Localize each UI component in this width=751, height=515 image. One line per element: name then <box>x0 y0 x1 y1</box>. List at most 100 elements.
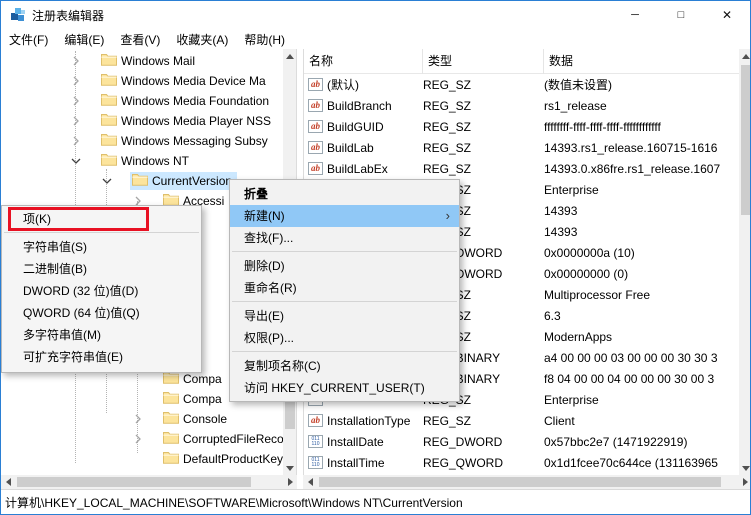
column-header-name[interactable]: 名称 <box>304 49 423 74</box>
chevron-down-icon[interactable] <box>69 154 83 168</box>
tree-item-label: CorruptedFileRecove <box>183 432 297 446</box>
scroll-right-arrow[interactable] <box>738 475 750 489</box>
tree-node[interactable]: Compa <box>161 390 227 408</box>
chevron-down-icon[interactable] <box>100 174 114 188</box>
tree-node[interactable]: Windows Media Device Ma <box>99 72 271 90</box>
menu-item-file[interactable]: 文件(F) <box>1 29 56 50</box>
value-name: BuildGUID <box>327 119 384 134</box>
tree-node-selected[interactable]: CurrentVersion <box>130 172 238 190</box>
list-horizontal-scrollbar[interactable] <box>303 475 750 489</box>
tree-node[interactable]: DefaultProductKey <box>161 450 288 468</box>
tree-node[interactable]: Windows Messaging Subsy <box>99 132 273 150</box>
scroll-up-arrow[interactable] <box>283 49 296 63</box>
tree-item-label: Windows Messaging Subsy <box>121 134 268 148</box>
registry-value-row[interactable]: ab (默认) REG_SZ (数值未设置) <box>304 74 739 95</box>
submenu-item-dword-value[interactable]: DWORD (32 位)值(D) <box>2 280 201 302</box>
context-menu-item-goto-hkcu[interactable]: 访问 HKEY_CURRENT_USER(T) <box>230 377 459 399</box>
context-menu-item-find[interactable]: 查找(F)... <box>230 227 459 249</box>
tree-item-10[interactable]: Console <box>1 409 283 429</box>
chevron-right-icon[interactable] <box>69 74 83 88</box>
chevron-right-icon[interactable] <box>69 134 83 148</box>
value-data: 14393.0.x86fre.rs1_release.1607 <box>544 161 721 176</box>
menu-separator <box>232 351 457 352</box>
scroll-down-arrow[interactable] <box>283 461 296 475</box>
registry-value-row[interactable]: 011 110 InstallTime REG_QWORD 0x1d1fcee70c64… <box>304 452 739 473</box>
column-header-type[interactable]: 类型 <box>423 49 544 74</box>
tree-item-1[interactable]: Windows Media Device Ma <box>1 71 283 91</box>
maximize-button[interactable]: □ <box>658 1 704 29</box>
tree-item-0[interactable]: Windows Mail <box>1 51 283 71</box>
tree-hscroll-thumb[interactable] <box>17 477 251 487</box>
tree-node[interactable]: CorruptedFileRecove <box>161 430 297 448</box>
menu-item-view[interactable]: 查看(V) <box>112 29 168 50</box>
close-button[interactable]: ✕ <box>704 1 750 29</box>
context-menu-item-delete[interactable]: 删除(D) <box>230 255 459 277</box>
registry-value-row[interactable]: ab BuildGUID REG_SZ ffffffff-ffff-ffff-ffff… <box>304 116 739 137</box>
chevron-right-icon[interactable] <box>69 94 83 108</box>
tree-item-label: Windows Mail <box>121 54 196 68</box>
menu-item-favorites[interactable]: 收藏夹(A) <box>168 29 236 50</box>
menu-item-help[interactable]: 帮助(H) <box>236 29 293 50</box>
value-data: ModernApps <box>544 329 613 344</box>
value-name-cell: ab BuildLab <box>304 141 423 155</box>
folder-icon <box>101 53 117 69</box>
scroll-left-arrow[interactable] <box>1 475 15 489</box>
folder-icon <box>101 73 117 89</box>
registry-value-row[interactable]: ab InstallationType REG_SZ Client <box>304 410 739 431</box>
menu-item-edit[interactable]: 编辑(E) <box>56 29 112 50</box>
context-menu-item-new[interactable]: 新建(N) › <box>230 205 459 227</box>
submenu-item-string-value[interactable]: 字符串值(S) <box>2 236 201 258</box>
chevron-right-icon[interactable] <box>131 412 145 426</box>
tree-node[interactable]: Windows Media Foundation <box>99 92 274 110</box>
tree-item-11[interactable]: CorruptedFileRecove <box>1 429 296 449</box>
chevron-right-icon[interactable] <box>131 432 145 446</box>
submenu-item-qword-value[interactable]: QWORD (64 位)值(Q) <box>2 302 201 324</box>
value-type: REG_SZ <box>423 161 472 176</box>
context-menu-item-export[interactable]: 导出(E) <box>230 305 459 327</box>
submenu-item-expandable-string[interactable]: 可扩充字符串值(E) <box>2 346 201 368</box>
registry-value-row[interactable]: ab BuildLabEx REG_SZ 14393.0.x86fre.rs1_rel… <box>304 158 739 179</box>
submenu-item-multi-string[interactable]: 多字符串值(M) <box>2 324 201 346</box>
registry-value-row[interactable]: 011 110 InstallDate REG_DWORD 0x57bbc2e7 (14… <box>304 431 739 452</box>
scroll-left-arrow[interactable] <box>303 475 317 489</box>
tree-node[interactable]: Windows Media Player NSS <box>99 112 276 130</box>
chevron-right-icon[interactable] <box>69 114 83 128</box>
tree-node[interactable]: Windows Mail <box>99 52 200 70</box>
registry-value-row[interactable]: ab BuildBranch REG_SZ rs1_release <box>304 95 739 116</box>
list-vertical-scrollbar[interactable] <box>739 49 750 475</box>
tree-item-3[interactable]: Windows Media Player NSS <box>1 111 283 131</box>
registry-editor-window: 注册表编辑器 ─ □ ✕ 文件(F) 编辑(E) 查看(V) 收藏夹(A) 帮助(H) … <box>0 0 751 515</box>
value-name: BuildLab <box>327 140 374 155</box>
scroll-down-arrow[interactable] <box>739 461 750 475</box>
status-bar: 计算机\HKEY_LOCAL_MACHINE\SOFTWARE\Microsof… <box>1 489 750 514</box>
scroll-up-arrow[interactable] <box>739 49 750 63</box>
context-menu-item-copy-key-name[interactable]: 复制项名称(C) <box>230 355 459 377</box>
value-type: REG_SZ <box>423 140 472 155</box>
list-hscroll-thumb[interactable] <box>319 477 721 487</box>
new-submenu: 项(K) 字符串值(S) 二进制值(B) DWORD (32 位)值(D) QWORD … <box>1 205 202 373</box>
minimize-button[interactable]: ─ <box>612 1 658 29</box>
string-value-icon: ab <box>308 78 323 91</box>
tree-item-label: DefaultProductKey <box>183 452 284 466</box>
tree-item-5[interactable]: Windows NT <box>1 151 283 171</box>
context-menu-item-rename[interactable]: 重命名(R) <box>230 277 459 299</box>
value-name-cell: 011 110 InstallDate <box>304 435 423 449</box>
tree-item-4[interactable]: Windows Messaging Subsy <box>1 131 283 151</box>
tree-item-2[interactable]: Windows Media Foundation <box>1 91 283 111</box>
context-menu-item-permissions[interactable]: 权限(P)... <box>230 327 459 349</box>
column-header-data[interactable]: 数据 <box>544 49 739 74</box>
registry-value-row[interactable]: ab BuildLab REG_SZ 14393.rs1_release.160715… <box>304 137 739 158</box>
tree-node[interactable]: Windows NT <box>99 152 194 170</box>
scroll-right-arrow[interactable] <box>283 475 297 489</box>
value-data: Enterprise <box>544 182 599 197</box>
value-data: (数值未设置) <box>544 78 612 92</box>
context-menu-item-collapse[interactable]: 折叠 <box>230 183 459 205</box>
value-data: a4 00 00 00 03 00 00 00 30 30 3 <box>544 350 718 365</box>
tree-node[interactable]: Console <box>161 410 232 428</box>
tree-horizontal-scrollbar[interactable] <box>1 475 297 489</box>
submenu-item-binary-value[interactable]: 二进制值(B) <box>2 258 201 280</box>
chevron-right-icon[interactable] <box>69 54 83 68</box>
list-vscroll-thumb[interactable] <box>741 65 750 215</box>
tree-item-12[interactable]: DefaultProductKey <box>1 449 283 469</box>
